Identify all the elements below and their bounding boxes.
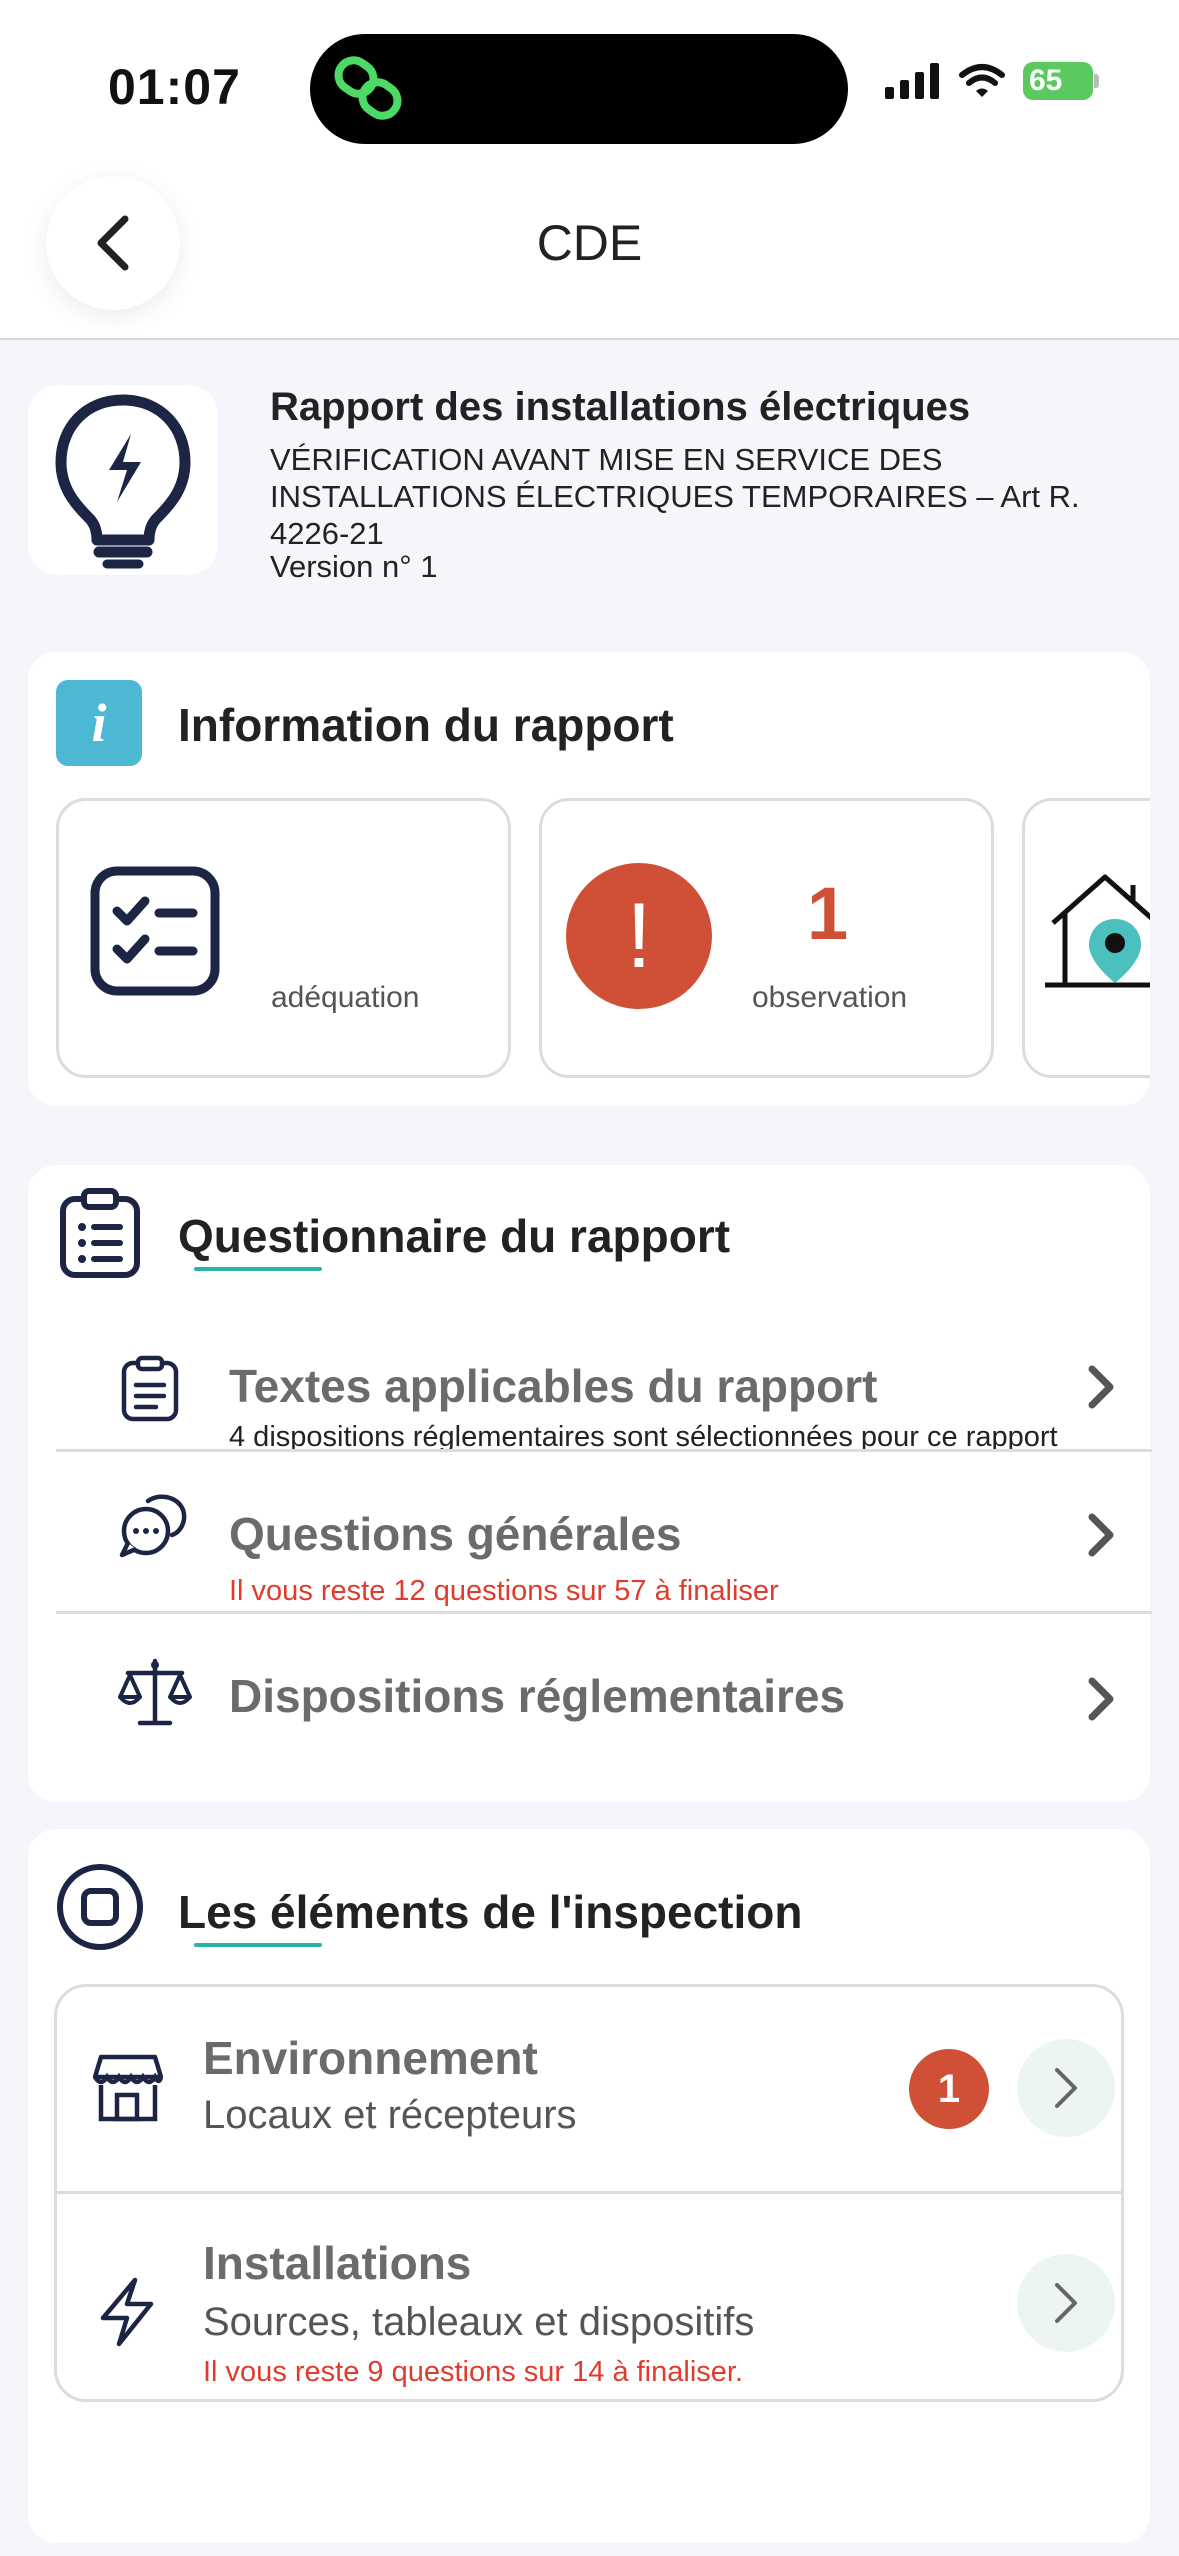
questionnaire-title: Questionnaire du rapport [178, 1210, 731, 1262]
dynamic-island [310, 34, 848, 144]
observation-count: 1 [807, 872, 849, 955]
link-app-icon [334, 56, 402, 120]
item-title: Textes applicables du rapport [229, 1360, 878, 1412]
questionnaire-item-textes[interactable]: Textes applicables du rapport 4 disposit… [56, 1345, 1150, 1455]
info-card: i Information du rapport adéquation ! 1 … [28, 652, 1150, 1106]
stop-square-icon [57, 1864, 143, 1950]
status-time: 01:07 [108, 59, 241, 115]
chevron-right-icon [1088, 1677, 1114, 1721]
system-icons: 65 [885, 62, 1099, 100]
item-title: Environnement [203, 2032, 538, 2084]
tile-label: adéquation [271, 981, 420, 1014]
tile-label: observation [752, 981, 908, 1014]
nav-bar: CDE [0, 150, 1179, 340]
inspection-title: Les éléments de l'inspection [178, 1886, 803, 1938]
lightbulb-icon [55, 394, 191, 569]
inspection-item-environnement[interactable]: Environnement Locaux et récepteurs 1 [57, 1987, 1121, 2191]
battery-icon: 65 [1023, 62, 1099, 100]
chevron-right-icon [1088, 1513, 1114, 1557]
report-version: Version n° 1 [270, 549, 438, 584]
clipboard-icon [121, 1355, 179, 1422]
scales-icon [118, 1658, 192, 1726]
item-title: Installations [203, 2237, 472, 2289]
open-environnement-button[interactable] [1017, 2039, 1115, 2137]
inspection-card: Les éléments de l'inspection Environneme… [28, 1829, 1150, 2543]
signal-icon [885, 63, 939, 99]
report-subtitle: VÉRIFICATION AVANT MISE EN SERVICE DES I… [270, 442, 1080, 551]
battery-level: 65 [1029, 64, 1063, 97]
report-header: Rapport des installations électriques VÉ… [28, 385, 1152, 585]
report-title: Rapport des installations électriques [270, 385, 971, 429]
item-warning: Il vous reste 9 questions sur 14 à final… [203, 2356, 744, 2388]
house-location-icon [1045, 874, 1150, 988]
wifi-icon [959, 64, 1005, 97]
questionnaire-item-dispositions[interactable]: Dispositions réglementaires [56, 1649, 1150, 1759]
divider [56, 1611, 1152, 1614]
questionnaire-item-questions[interactable]: Questions générales Il vous reste 12 que… [56, 1485, 1150, 1607]
inspection-list: Environnement Locaux et récepteurs 1 Ins… [54, 1984, 1124, 2402]
item-title: Questions générales [229, 1508, 682, 1560]
title-underline [194, 1267, 322, 1271]
report-icon-container [28, 385, 218, 575]
info-section-title: Information du rapport [178, 699, 674, 751]
status-bar: 01:07 65 [0, 0, 1179, 150]
store-icon [93, 2054, 163, 2122]
questionnaire-card: Questionnaire du rapport Textes applicab… [28, 1165, 1152, 1802]
clipboard-list-icon [60, 1188, 140, 1278]
chat-bubbles-icon [119, 1494, 187, 1558]
inspection-item-installations[interactable]: Installations Sources, tableaux et dispo… [57, 2194, 1121, 2399]
tile-adequation[interactable]: adéquation [56, 798, 511, 1078]
chevron-right-icon [1055, 2283, 1077, 2323]
alert-icon: ! [566, 863, 712, 1009]
item-subtitle: Locaux et récepteurs [203, 2093, 577, 2137]
divider [56, 1449, 1152, 1452]
chevron-right-icon [1088, 1365, 1114, 1409]
info-icon: i [56, 680, 142, 766]
title-underline [194, 1943, 322, 1947]
lightning-icon [100, 2277, 154, 2347]
open-installations-button[interactable] [1017, 2254, 1115, 2352]
page-title: CDE [536, 215, 643, 271]
info-tiles[interactable]: adéquation ! 1 observation [56, 798, 1150, 1078]
tile-observation[interactable]: ! 1 observation [539, 798, 994, 1078]
chevron-right-icon [1055, 2068, 1077, 2108]
tile-location[interactable] [1022, 798, 1150, 1078]
observation-badge: 1 [909, 2049, 989, 2129]
item-title: Dispositions réglementaires [229, 1670, 846, 1722]
item-warning: Il vous reste 12 questions sur 57 à fina… [229, 1575, 779, 1607]
checklist-icon [90, 866, 220, 996]
item-subtitle: Sources, tableaux et dispositifs [203, 2300, 755, 2344]
